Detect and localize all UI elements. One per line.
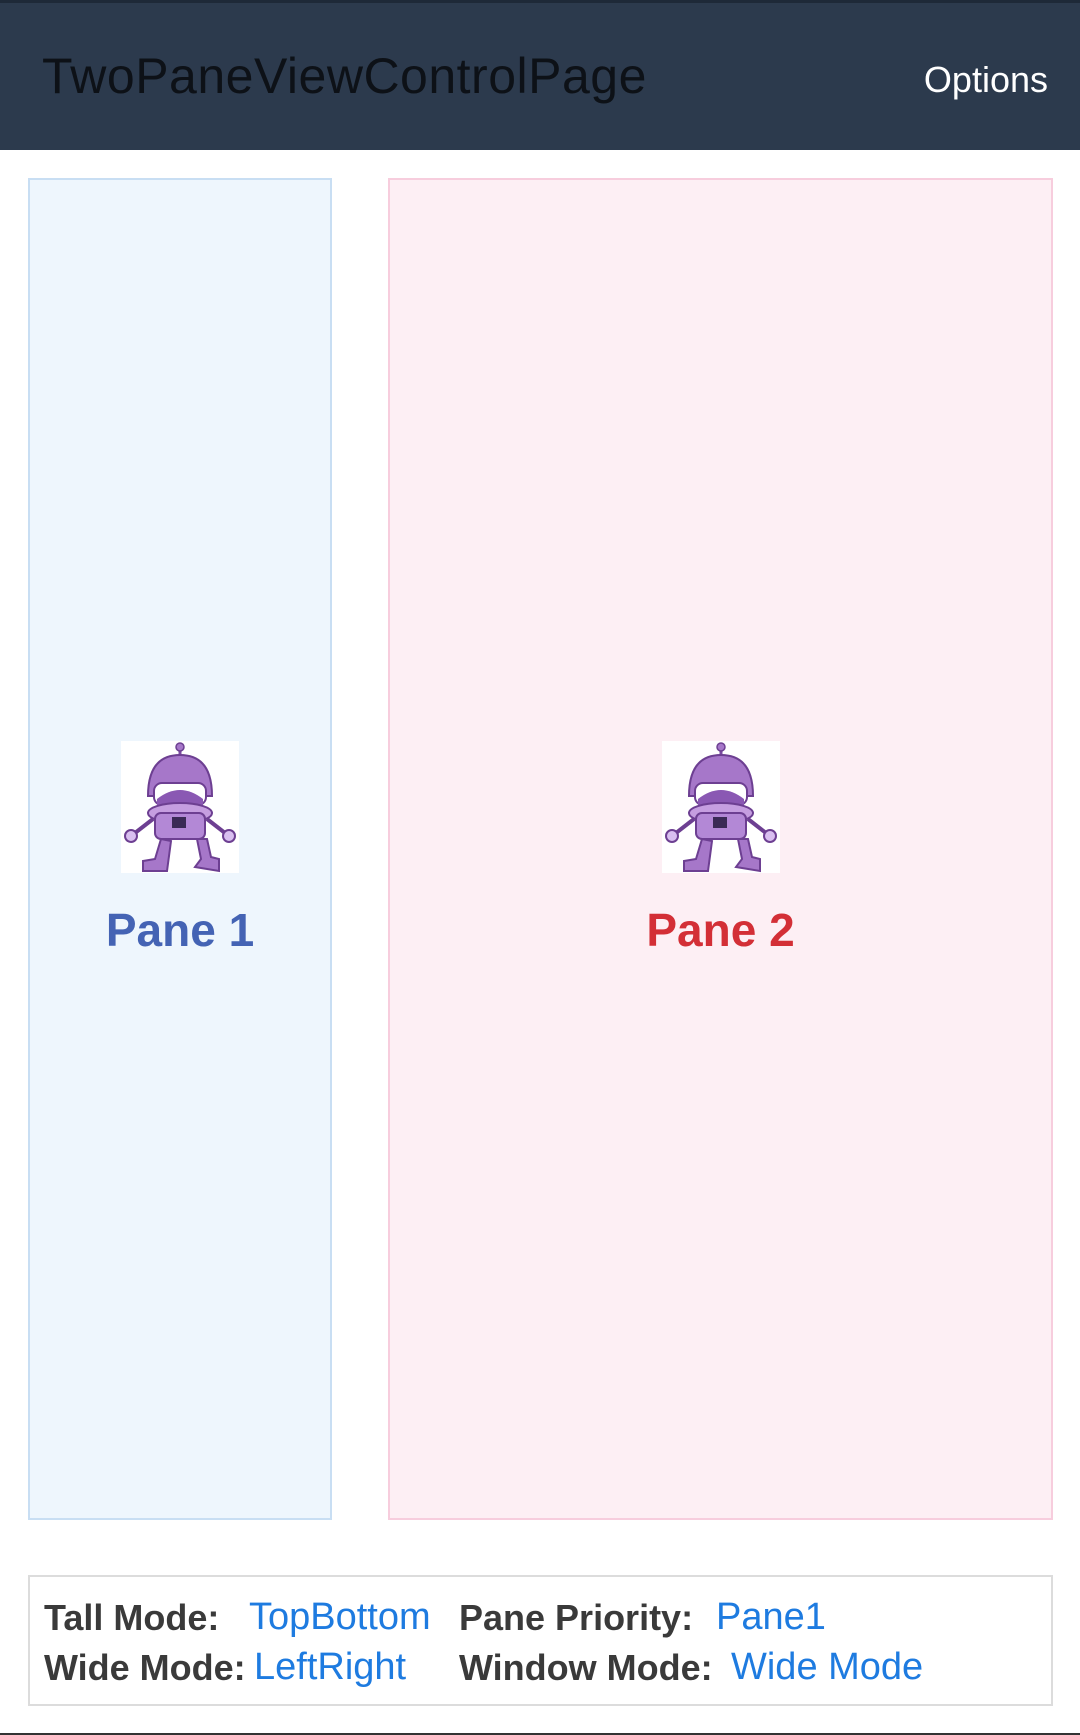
wide-mode-value[interactable]: LeftRight	[254, 1646, 406, 1689]
wide-mode-label: Wide Mode:	[44, 1647, 246, 1688]
window-mode-label: Window Mode:	[459, 1647, 713, 1688]
pane-2-label: Pane 2	[646, 904, 795, 956]
tall-mode-value[interactable]: TopBottom	[249, 1596, 431, 1639]
pane-priority-value[interactable]: Pane1	[716, 1596, 826, 1639]
options-button[interactable]: Options	[924, 59, 1048, 101]
window-mode-value[interactable]: Wide Mode	[731, 1646, 923, 1689]
pane-priority-label: Pane Priority:	[459, 1597, 694, 1638]
dotnet-bot-icon	[661, 741, 780, 873]
status-panel: Tall Mode: TopBottom Pane Priority: Pane…	[28, 1575, 1053, 1706]
pane-1: Pane 1	[28, 178, 332, 1520]
pane-1-label: Pane 1	[105, 904, 255, 956]
tall-mode-label: Tall Mode:	[44, 1597, 220, 1638]
page-title: TwoPaneViewControlPage	[42, 48, 647, 104]
pane-2: Pane 2	[388, 178, 1053, 1520]
app-header: TwoPaneViewControlPage Options	[0, 0, 1080, 150]
dotnet-bot-icon	[121, 741, 239, 873]
